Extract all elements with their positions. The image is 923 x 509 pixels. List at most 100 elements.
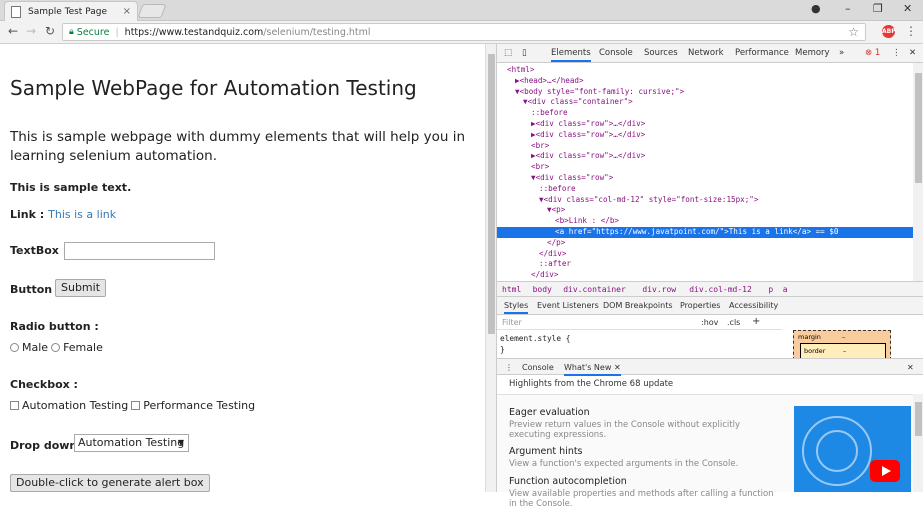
testing-dropdown[interactable]: Automation Testing ▼: [74, 434, 189, 452]
hov-toggle[interactable]: :hov: [701, 318, 718, 327]
devtools-menu-icon[interactable]: ⋮: [892, 48, 901, 58]
profile-icon[interactable]: ●: [811, 2, 821, 15]
tab-console[interactable]: Console: [599, 48, 633, 58]
tab-strip: Sample Test Page × ● – ❐ ✕: [0, 0, 923, 21]
dom-tree-scrollbar[interactable]: [913, 63, 923, 281]
new-rule-icon[interactable]: +: [752, 316, 760, 327]
submit-button[interactable]: Submit: [55, 279, 107, 297]
tab-properties[interactable]: Properties: [680, 301, 720, 310]
radio-label: Radio button :: [10, 320, 99, 333]
inspect-icon[interactable]: ⬚: [504, 48, 512, 58]
whats-new-title[interactable]: Argument hints: [509, 446, 583, 457]
dom-node-line[interactable]: <br>: [531, 141, 549, 152]
radio-male-label: Male: [22, 341, 49, 354]
adblock-extension-icon[interactable]: ABP: [882, 25, 896, 38]
whats-new-title[interactable]: Function autocompletion: [509, 476, 627, 487]
breadcrumb-item[interactable]: div.col-md-12: [689, 285, 752, 294]
sample-link[interactable]: This is a link: [48, 208, 116, 221]
tab-event-listeners[interactable]: Event Listeners: [537, 301, 599, 310]
drawer-tab-close-icon[interactable]: ✕: [614, 363, 621, 372]
decor-circle: [816, 430, 858, 472]
breadcrumb-item[interactable]: div.container: [563, 285, 626, 294]
tab-accessibility[interactable]: Accessibility: [729, 301, 778, 310]
restore-icon[interactable]: ❐: [873, 2, 883, 15]
radio-female[interactable]: [51, 343, 61, 352]
dom-node-line[interactable]: </p>: [547, 238, 565, 249]
minimize-icon[interactable]: –: [845, 2, 851, 15]
tab-elements[interactable]: Elements: [551, 48, 591, 62]
dom-node-line[interactable]: ▶<div class="row">…</div>: [531, 151, 645, 162]
radio-male[interactable]: [10, 343, 19, 352]
cls-toggle[interactable]: .cls: [727, 318, 740, 327]
dom-node-line[interactable]: ▼<p>: [547, 205, 565, 216]
whats-new-scroll-thumb[interactable]: [915, 402, 922, 436]
back-icon[interactable]: ←: [8, 24, 18, 38]
dom-tree-scroll-thumb[interactable]: [915, 73, 922, 183]
browser-tab[interactable]: Sample Test Page ×: [4, 1, 138, 21]
dom-node-line[interactable]: ▼<div class="col-md-12" style="font-size…: [539, 195, 758, 206]
dom-node-line[interactable]: ::before: [539, 184, 576, 195]
address-bar[interactable]: 🔒︎ Secure | https://www.testandquiz.com /…: [62, 23, 866, 41]
drawer-tab-whats-new[interactable]: What's New ✕: [564, 363, 621, 376]
tab-dom-breakpoints[interactable]: DOM Breakpoints: [603, 301, 673, 310]
textbox-input[interactable]: [64, 242, 215, 260]
dom-node-line[interactable]: ▼<div class="row">: [531, 173, 613, 184]
dom-node-line[interactable]: ▶<head>…</head>: [515, 76, 584, 87]
page-icon: [11, 5, 21, 18]
breadcrumb-item[interactable]: a: [783, 285, 788, 294]
highlights-heading: Highlights from the Chrome 68 update: [509, 379, 674, 389]
reload-icon[interactable]: ↻: [45, 24, 55, 38]
new-tab-button[interactable]: [137, 4, 167, 18]
secure-label: Secure: [76, 26, 110, 38]
browser-menu-icon[interactable]: ⋮: [905, 24, 917, 38]
dom-node-line[interactable]: ▼<body style="font-family: cursive;">: [515, 87, 684, 98]
page-scrollbar[interactable]: [485, 44, 496, 492]
dom-node-line[interactable]: <b>Link : </b>: [555, 216, 619, 227]
breadcrumb-item[interactable]: body: [533, 285, 552, 294]
dom-node-line[interactable]: ▶<div class="row">…</div>: [531, 130, 645, 141]
filter-input[interactable]: Filter: [502, 318, 522, 327]
checkbox-automation[interactable]: [10, 401, 19, 410]
dom-tree[interactable]: <html> ▶<head>…</head> ▼<body style="font-…: [497, 63, 913, 281]
breadcrumb-item[interactable]: html: [502, 285, 521, 294]
tab-close-icon[interactable]: ×: [123, 6, 131, 17]
whats-new-video-thumbnail[interactable]: [794, 406, 911, 492]
dom-node-line[interactable]: ▶<div class="row">…</div>: [531, 119, 645, 130]
tab-performance[interactable]: Performance: [735, 48, 789, 58]
styles-filter[interactable]: Filter :hov .cls +: [497, 315, 782, 330]
dom-node-line[interactable]: ::before: [531, 108, 568, 119]
double-click-button[interactable]: Double-click to generate alert box: [10, 474, 210, 492]
checkbox-performance[interactable]: [131, 401, 141, 410]
tab-memory[interactable]: Memory: [795, 48, 830, 58]
more-tabs-icon[interactable]: »: [839, 48, 844, 58]
dom-node-line[interactable]: <br>: [531, 162, 549, 173]
devtools-close-icon[interactable]: ✕: [909, 48, 916, 58]
page-scroll-thumb[interactable]: [488, 54, 495, 334]
link-row: Link : This is a link: [10, 208, 116, 221]
forward-icon[interactable]: →: [26, 24, 36, 38]
lock-icon: 🔒︎: [69, 27, 74, 37]
error-count-badge[interactable]: ⊗ 1: [865, 48, 880, 58]
drawer-close-icon[interactable]: ✕: [907, 363, 914, 372]
drawer-tab-console[interactable]: Console: [522, 363, 554, 372]
dom-node-line[interactable]: </div>: [539, 249, 566, 260]
tab-network[interactable]: Network: [688, 48, 724, 58]
device-toggle-icon[interactable]: ▯: [522, 48, 527, 58]
tab-styles[interactable]: Styles: [504, 301, 529, 314]
navigation-bar: ← → ↻ 🔒︎ Secure | https://www.testandqui…: [0, 21, 923, 44]
tab-sources[interactable]: Sources: [644, 48, 678, 58]
dom-node-line[interactable]: ▼<div class="container">: [523, 97, 633, 108]
whats-new-title[interactable]: Eager evaluation: [509, 407, 590, 418]
breadcrumb-item[interactable]: div.row: [642, 285, 676, 294]
dom-node-line[interactable]: </div>: [531, 270, 558, 281]
whats-new-scrollbar[interactable]: [913, 394, 923, 492]
drawer-menu-icon[interactable]: ⋮: [505, 363, 513, 372]
breadcrumb-item[interactable]: p: [768, 285, 773, 294]
youtube-play-icon[interactable]: [870, 460, 900, 482]
dom-node-line[interactable]: <html>: [507, 65, 534, 76]
dom-node-line[interactable]: ::after: [539, 259, 571, 270]
box-margin-value: –: [842, 333, 846, 341]
window-close-icon[interactable]: ✕: [903, 2, 912, 15]
bookmark-star-icon[interactable]: ☆: [848, 25, 859, 39]
dom-node-line[interactable]: <a href="https://www.javatpoint.com/">Th…: [555, 227, 838, 238]
